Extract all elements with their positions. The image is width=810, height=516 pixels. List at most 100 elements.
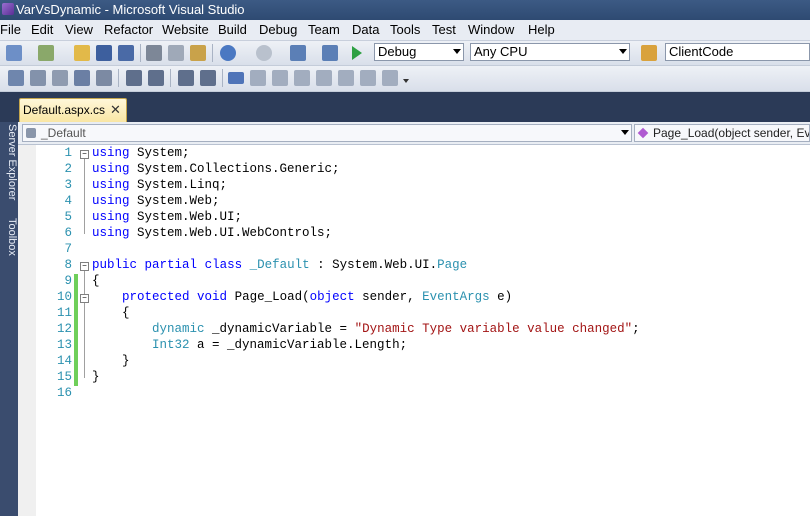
code-token: Page	[437, 258, 468, 272]
code-line: 5 using System.Web.UI;	[18, 210, 808, 226]
code-line: 1 using System;	[18, 146, 808, 162]
code-token: using	[92, 146, 130, 160]
text-editor-toolbar	[0, 66, 810, 92]
tab-label: Default.aspx.cs	[23, 103, 106, 117]
collapse-toggle-icon[interactable]: −	[80, 294, 89, 303]
tab-default-aspx-cs[interactable]: Default.aspx.cs ✕	[19, 98, 127, 122]
menu-debug[interactable]: Debug	[259, 22, 297, 37]
code-token: System.Web;	[129, 194, 220, 208]
code-token: ;	[632, 322, 640, 336]
menu-data[interactable]: Data	[352, 22, 379, 37]
display-object-member-list-icon[interactable]	[8, 70, 24, 86]
paste-icon[interactable]	[190, 45, 206, 61]
code-token: {	[92, 306, 130, 320]
menu-tools[interactable]: Tools	[390, 22, 420, 37]
code-line: 10 protected void Page_Load(object sende…	[18, 290, 808, 306]
change-indicator	[74, 354, 78, 370]
code-token: Int32	[152, 338, 190, 352]
solution-platform-select[interactable]: Any CPU	[470, 43, 630, 61]
cut-icon[interactable]	[146, 45, 162, 61]
menu-build[interactable]: Build	[218, 22, 247, 37]
undo-icon[interactable]	[220, 45, 236, 61]
line-number: 13	[56, 338, 72, 352]
members-dropdown[interactable]: Page_Load(object sender, EventArgs e)	[634, 124, 810, 142]
complete-word-icon[interactable]	[74, 70, 90, 86]
menu-window[interactable]: Window	[468, 22, 514, 37]
bookmark-icon[interactable]	[96, 70, 112, 86]
close-icon[interactable]: ✕	[110, 102, 121, 118]
copy-icon[interactable]	[168, 45, 184, 61]
collapse-toggle-icon[interactable]: −	[80, 262, 89, 271]
code-token: using	[92, 162, 130, 176]
save-all-icon[interactable]	[118, 45, 134, 61]
code-text: using System.Web.UI;	[92, 210, 242, 224]
menu-edit[interactable]: Edit	[31, 22, 53, 37]
code-line: 7	[18, 242, 808, 258]
toolbar-separator	[222, 69, 223, 87]
parameter-info-icon[interactable]	[30, 70, 46, 86]
start-debugging-icon[interactable]	[352, 46, 362, 60]
increase-indent-icon[interactable]	[148, 70, 164, 86]
types-dropdown[interactable]: _Default	[22, 124, 632, 142]
code-text: }	[92, 354, 130, 368]
redo-icon[interactable]	[256, 45, 272, 61]
chevron-down-icon	[621, 130, 629, 135]
clear-bookmarks-icon[interactable]	[382, 70, 398, 86]
menu-team[interactable]: Team	[308, 22, 340, 37]
add-item-icon[interactable]	[38, 45, 54, 61]
line-number: 5	[64, 210, 72, 224]
quick-info-icon[interactable]	[52, 70, 68, 86]
uncomment-lines-icon[interactable]	[200, 70, 216, 86]
line-number: 7	[64, 242, 72, 256]
menu-refactor[interactable]: Refactor	[104, 22, 153, 37]
comment-lines-icon[interactable]	[178, 70, 194, 86]
change-indicator	[74, 370, 78, 386]
toolbar-options-icon[interactable]	[403, 79, 409, 83]
next-bookmark-icon[interactable]	[272, 70, 288, 86]
server-explorer-tab[interactable]: Server Explorer	[0, 124, 18, 200]
solution-configuration-select[interactable]: Debug	[374, 43, 464, 61]
next-bookmark-in-folder-icon[interactable]	[316, 70, 332, 86]
line-number: 12	[56, 322, 72, 336]
find-in-files-icon[interactable]	[641, 45, 657, 61]
menu-view[interactable]: View	[65, 22, 93, 37]
next-bookmark-in-document-icon[interactable]	[360, 70, 376, 86]
toggle-bookmark-icon[interactable]	[228, 72, 244, 84]
code-text: using System;	[92, 146, 190, 160]
code-line: 15}	[18, 370, 808, 386]
code-line: 3 using System.Linq;	[18, 178, 808, 194]
open-file-icon[interactable]	[74, 45, 90, 61]
previous-bookmark-in-folder-icon[interactable]	[294, 70, 310, 86]
menu-help[interactable]: Help	[528, 22, 555, 37]
menu-bar: File Edit View Refactor Website Build De…	[0, 20, 810, 41]
navigate-forward-icon[interactable]	[322, 45, 338, 61]
menu-file[interactable]: File	[0, 22, 21, 37]
new-project-icon[interactable]	[6, 45, 22, 61]
save-icon[interactable]	[96, 45, 112, 61]
code-text: {	[92, 306, 130, 320]
code-line: 14 }	[18, 354, 808, 370]
code-editor[interactable]: 1 using System; 2 using System.Collections.…	[18, 145, 810, 516]
code-token: public	[92, 258, 138, 272]
menu-website[interactable]: Website	[162, 22, 209, 37]
previous-bookmark-icon[interactable]	[250, 70, 266, 86]
code-text: using System.Linq;	[92, 178, 227, 192]
code-token: using	[92, 178, 130, 192]
toolbox-tab[interactable]: Toolbox	[0, 218, 18, 256]
line-number: 16	[56, 386, 72, 400]
code-line: 13 Int32 a = _dynamicVariable.Length;	[18, 338, 808, 354]
find-combo[interactable]: ClientCode	[665, 43, 810, 61]
collapse-toggle-icon[interactable]: −	[80, 150, 89, 159]
code-token: _Default	[249, 258, 310, 272]
navigate-backward-icon[interactable]	[290, 45, 306, 61]
navigation-bar: _Default Page_Load(object sender, EventA…	[18, 122, 810, 145]
outline-guide	[84, 303, 85, 362]
code-token: partial	[144, 258, 198, 272]
decrease-indent-icon[interactable]	[126, 70, 142, 86]
previous-bookmark-in-document-icon[interactable]	[338, 70, 354, 86]
menu-test[interactable]: Test	[432, 22, 456, 37]
line-number: 2	[64, 162, 72, 176]
change-indicator	[74, 322, 78, 338]
